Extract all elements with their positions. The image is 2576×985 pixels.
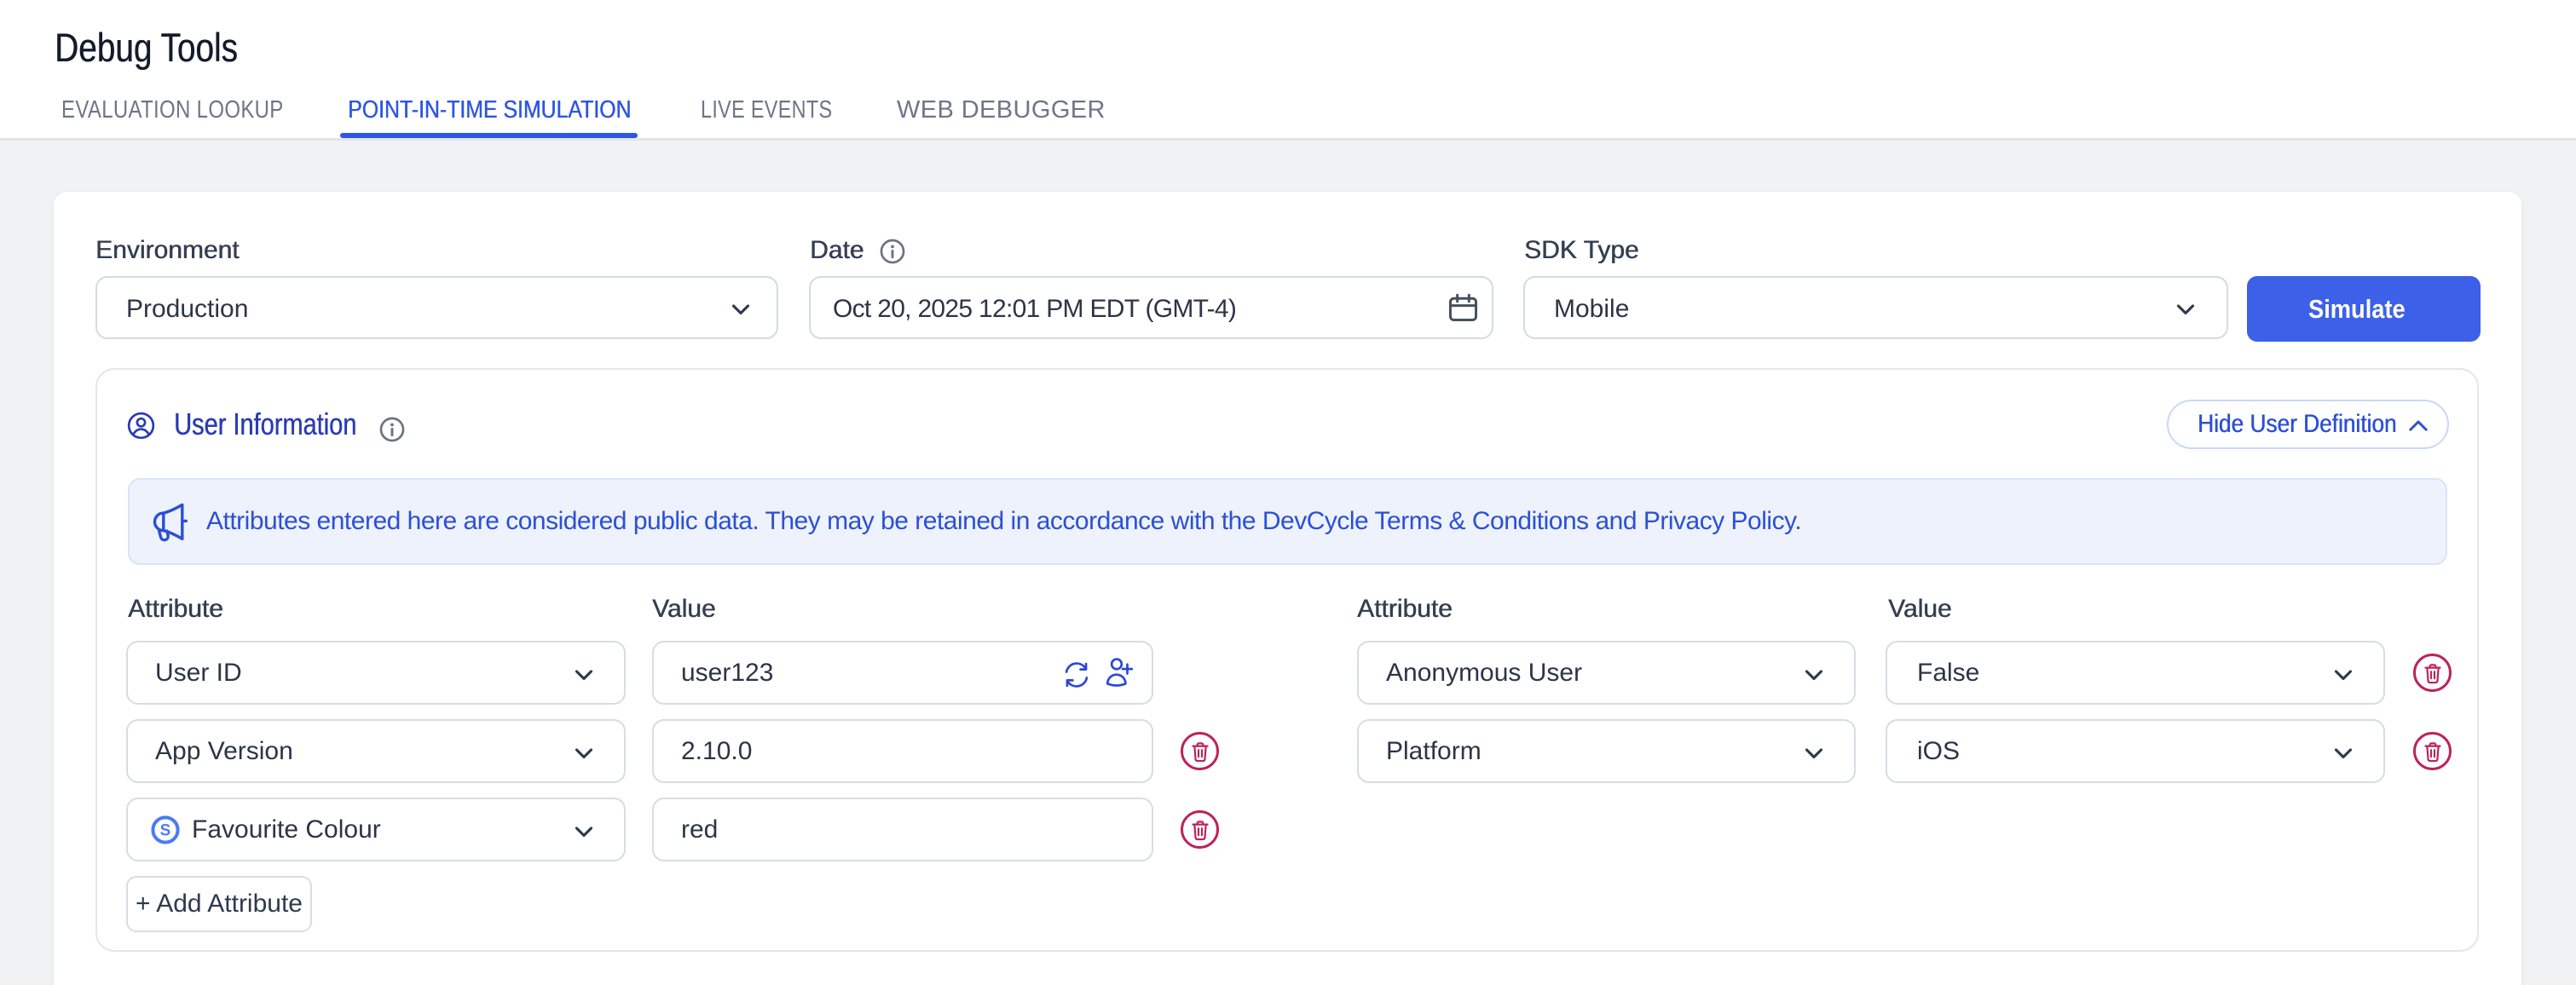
svg-text:S: S: [160, 821, 171, 839]
